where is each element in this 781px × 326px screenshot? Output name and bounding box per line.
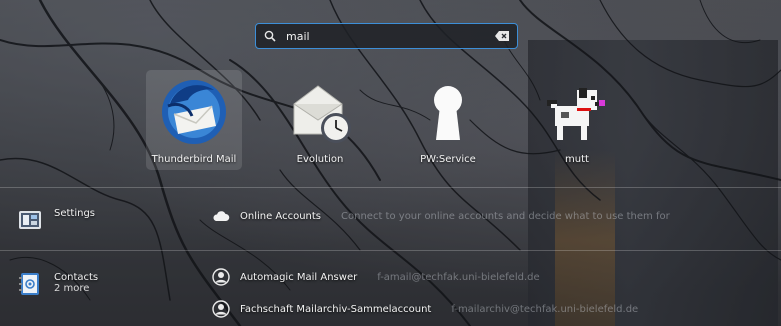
provider-settings[interactable]: Settings [18, 208, 95, 232]
search-icon [264, 30, 276, 42]
search-bar[interactable] [255, 23, 518, 49]
divider [0, 250, 781, 251]
provider-name: Settings [54, 208, 96, 219]
divider [0, 187, 781, 188]
provider-more-count: 2 more [54, 283, 90, 294]
evolution-icon [293, 85, 351, 143]
result-description: Connect to your online accounts and deci… [341, 210, 670, 222]
app-label: Evolution [296, 154, 344, 165]
provider-contacts[interactable]: Contacts 2 more [18, 272, 98, 296]
app-thunderbird-mail[interactable]: Thunderbird Mail [146, 70, 242, 170]
app-pw-service[interactable]: PW:Service [400, 70, 496, 170]
result-title: Online Accounts [240, 210, 322, 222]
result-online-accounts[interactable]: Online Accounts Connect to your online a… [212, 207, 670, 225]
thunderbird-icon [162, 80, 226, 144]
result-title: Fachschaft Mailarchiv-Sammelaccount [240, 303, 432, 315]
app-label: mutt [565, 154, 589, 165]
cloud-icon [213, 211, 230, 221]
app-label: PW:Service [420, 154, 476, 165]
app-label: Thunderbird Mail [151, 154, 237, 165]
mutt-dog-icon [547, 88, 605, 140]
settings-icon [19, 211, 41, 229]
keyhole-icon [434, 86, 462, 140]
result-automagic-mail-answer[interactable]: Automagic Mail Answer f-amail@techfak.un… [212, 268, 540, 286]
contact-avatar-icon [212, 268, 230, 286]
result-title: Automagic Mail Answer [240, 271, 358, 283]
app-mutt[interactable]: mutt [529, 70, 625, 170]
provider-name: Contacts [54, 272, 99, 283]
result-description: f-amail@techfak.uni-bielefeld.de [377, 271, 540, 283]
clear-search-icon[interactable] [495, 31, 509, 41]
app-evolution[interactable]: Evolution [272, 70, 368, 170]
result-description: f-mailarchiv@techfak.uni-bielefeld.de [451, 303, 639, 315]
search-input[interactable] [286, 29, 495, 43]
contacts-icon [19, 273, 39, 295]
contact-avatar-icon [212, 300, 230, 318]
result-fachschaft-mailarchiv[interactable]: Fachschaft Mailarchiv-Sammelaccount f-ma… [212, 300, 638, 318]
